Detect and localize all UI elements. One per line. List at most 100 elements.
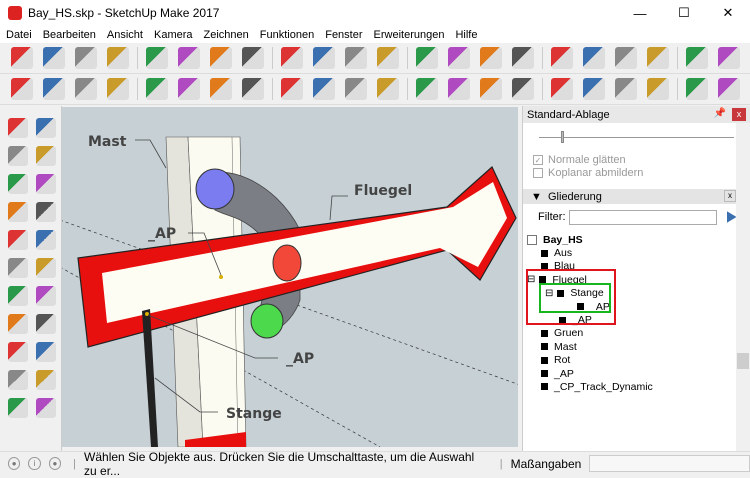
polygon-icon[interactable] (583, 47, 605, 69)
tree-item[interactable]: _AP (523, 367, 750, 380)
arc2-icon[interactable] (107, 78, 129, 100)
left-orbit-icon[interactable] (8, 314, 28, 334)
offset-icon[interactable] (345, 78, 367, 100)
section-icon[interactable] (647, 78, 669, 100)
maximize-button[interactable]: ☐ (662, 0, 706, 26)
menu-ansicht[interactable]: Ansicht (101, 29, 148, 41)
geolocation-icon[interactable]: ● (8, 457, 21, 470)
rotate-icon[interactable] (281, 78, 303, 100)
left-zoom-window-icon[interactable] (36, 342, 56, 362)
menu-kamera[interactable]: Kamera (148, 29, 198, 41)
new-icon[interactable] (11, 47, 33, 69)
menu-erweiterungen[interactable]: Erweiterungen (368, 29, 450, 41)
minimize-button[interactable]: — (618, 0, 662, 26)
zoom-window-icon[interactable] (583, 78, 605, 100)
followme-icon[interactable] (210, 78, 232, 100)
tape-icon[interactable] (377, 78, 399, 100)
scenes-icon[interactable] (615, 78, 637, 100)
menu-hilfe[interactable]: Hilfe (449, 29, 482, 41)
pencil-icon[interactable] (377, 47, 399, 69)
warehouse-icon[interactable] (615, 47, 637, 69)
left-eraser-icon[interactable] (36, 118, 56, 138)
scale-icon[interactable] (313, 78, 335, 100)
text-icon[interactable] (416, 78, 438, 100)
left-line-icon[interactable] (8, 146, 28, 166)
layers-icon[interactable] (718, 78, 740, 100)
menu-zeichnen[interactable]: Zeichnen (198, 29, 254, 41)
tree-root[interactable]: Bay_HS (523, 233, 750, 246)
left-paint-icon[interactable] (36, 286, 56, 306)
coplanar-checkbox[interactable]: Koplanar abmildern (523, 166, 750, 179)
pushpull-icon[interactable] (178, 78, 200, 100)
open-icon[interactable] (43, 47, 65, 69)
copy-icon[interactable] (146, 47, 168, 69)
smooth-angle-slider[interactable] (533, 123, 740, 153)
shapes-icon[interactable] (146, 78, 168, 100)
freehand-icon[interactable] (448, 47, 470, 69)
measurements-input[interactable] (589, 455, 750, 472)
left-scale-icon[interactable] (36, 230, 56, 250)
cut-icon[interactable] (107, 47, 129, 69)
arc-icon[interactable] (416, 47, 438, 69)
rotated-rect-icon[interactable] (512, 47, 534, 69)
menu-funktionen[interactable]: Funktionen (254, 29, 319, 41)
zoom-extents-icon[interactable] (718, 47, 740, 69)
home-icon[interactable] (686, 47, 708, 69)
left-zoom-icon[interactable] (8, 342, 28, 362)
left-tape-icon[interactable] (36, 258, 56, 278)
3d-viewport[interactable]: Mast Fluegel _AP _AP Stange (62, 107, 518, 447)
left-pan-icon[interactable] (36, 314, 56, 334)
select-icon[interactable] (11, 78, 33, 100)
menu-datei[interactable]: Datei (0, 29, 37, 41)
left-layers-icon[interactable] (36, 398, 56, 418)
erase-icon[interactable] (210, 47, 232, 69)
undo-icon[interactable] (242, 47, 264, 69)
orbit-icon[interactable] (480, 78, 502, 100)
normals-checkbox[interactable]: ✓ Normale glätten (523, 153, 750, 166)
menu-fenster[interactable]: Fenster (319, 29, 367, 41)
left-section-icon[interactable] (36, 370, 56, 390)
filter-input[interactable] (568, 209, 717, 225)
outliner-header[interactable]: ▼ Gliederung x (523, 189, 738, 204)
print-icon[interactable] (313, 47, 335, 69)
tree-item[interactable]: Aus (523, 246, 750, 259)
circle-icon[interactable] (551, 47, 573, 69)
zoom-icon[interactable] (551, 78, 573, 100)
close-button[interactable]: ✕ (706, 0, 750, 26)
paste-icon[interactable] (178, 47, 200, 69)
tree-item[interactable]: _CP_Track_Dynamic (523, 380, 750, 393)
left-arc2-icon[interactable] (36, 146, 56, 166)
left-pushpull-icon[interactable] (36, 174, 56, 194)
save-icon[interactable] (75, 47, 97, 69)
rectangle-icon[interactable] (480, 47, 502, 69)
pan-icon[interactable] (512, 78, 534, 100)
left-rotate-icon[interactable] (8, 230, 28, 250)
paint-icon[interactable] (448, 78, 470, 100)
left-shapes-icon[interactable] (8, 174, 28, 194)
menu-bearbeiten[interactable]: Bearbeiten (37, 29, 101, 41)
info-icon[interactable]: i (28, 457, 41, 470)
tray-close-button[interactable]: x (732, 108, 746, 121)
left-move-icon[interactable] (36, 202, 56, 222)
tree-item[interactable]: Mast (523, 340, 750, 353)
red-light[interactable] (272, 244, 302, 282)
extension-icon[interactable] (647, 47, 669, 69)
tree-item[interactable]: Rot (523, 354, 750, 367)
user-icon[interactable]: ● (48, 457, 62, 470)
outliner-close-icon[interactable]: x (724, 190, 736, 202)
left-text-icon[interactable] (8, 286, 28, 306)
redo-icon[interactable] (281, 47, 303, 69)
left-ruby-icon[interactable] (8, 398, 28, 418)
outliner-options-icon[interactable] (726, 211, 737, 223)
left-scenes-icon[interactable] (8, 370, 28, 390)
ruby-icon[interactable] (686, 78, 708, 100)
move-icon[interactable] (242, 78, 264, 100)
tree-item[interactable]: Gruen (523, 327, 750, 340)
eraser-icon[interactable] (43, 78, 65, 100)
green-light[interactable] (250, 303, 284, 339)
left-offset-icon[interactable] (8, 258, 28, 278)
model-info-icon[interactable] (345, 47, 367, 69)
pin-icon[interactable]: 📌 (714, 108, 726, 119)
vertical-scrollbar[interactable] (736, 123, 750, 451)
line-icon[interactable] (75, 78, 97, 100)
